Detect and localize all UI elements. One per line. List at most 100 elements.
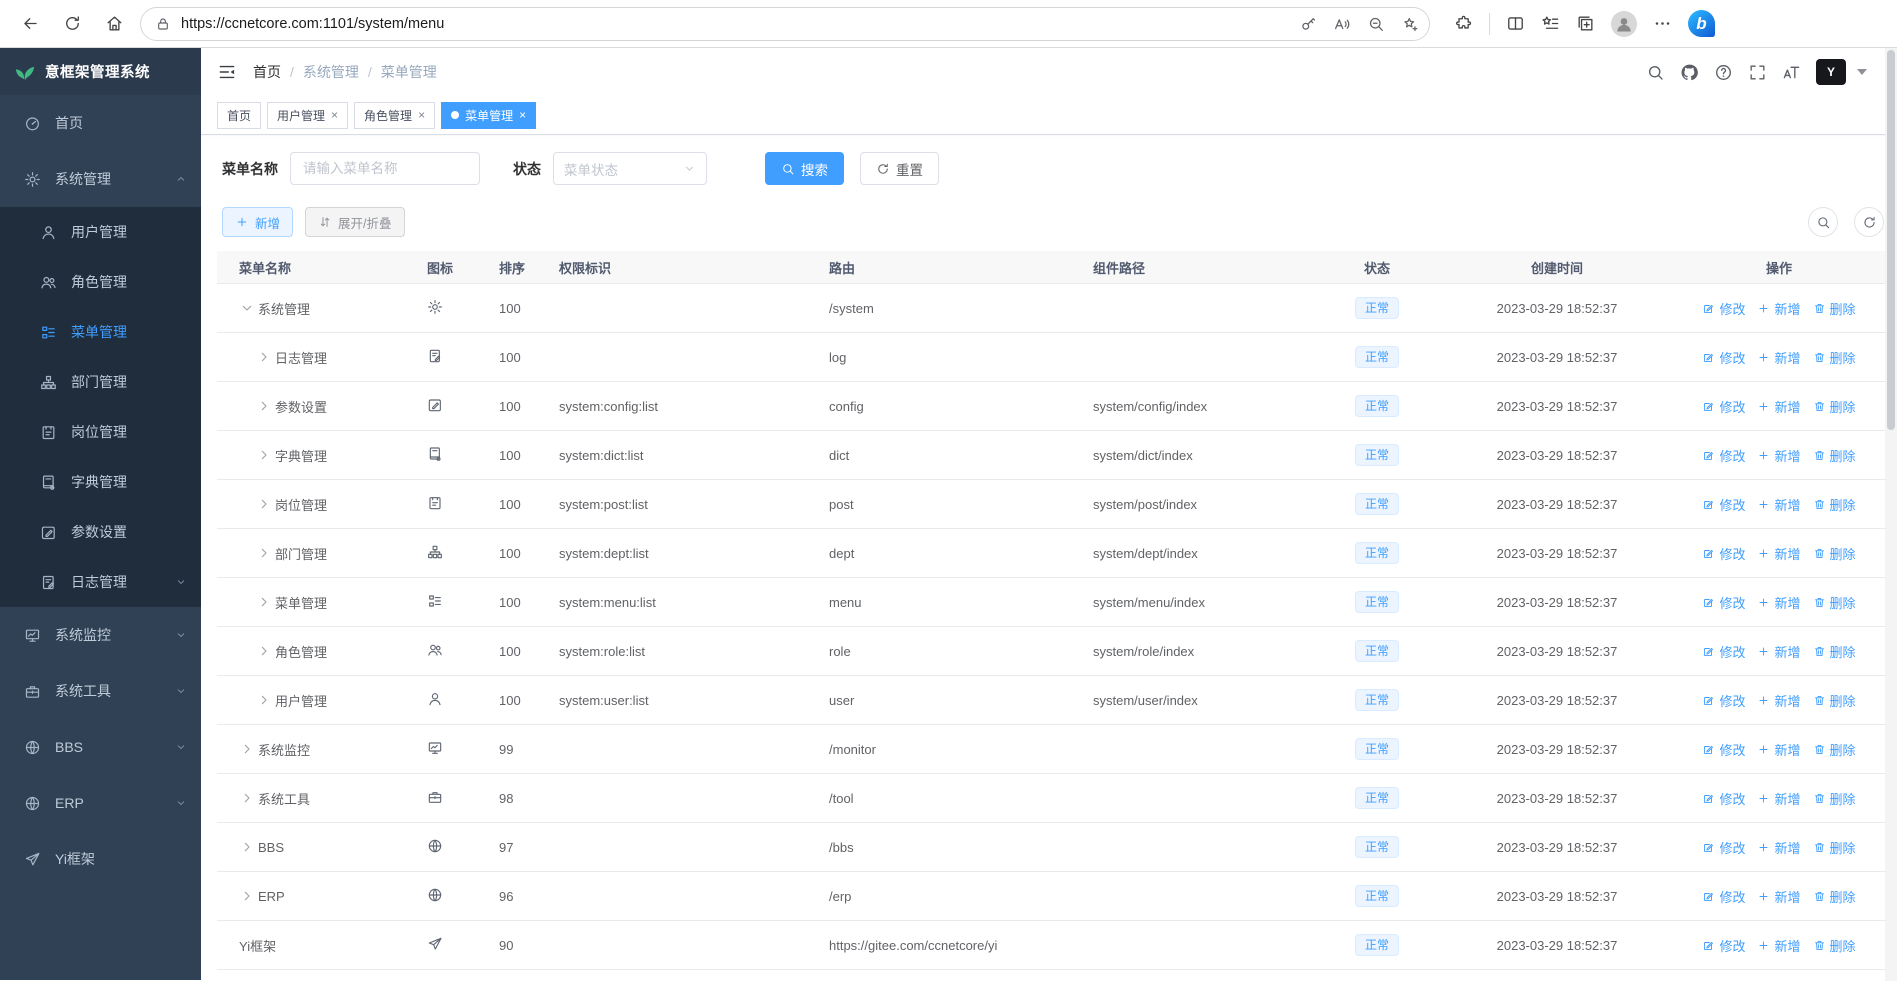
delete-link[interactable]: 删除	[1813, 299, 1856, 318]
edit-link[interactable]: 修改	[1702, 642, 1745, 661]
edit-link[interactable]: 修改	[1702, 789, 1745, 808]
sidebar-item-系统工具[interactable]: 系统工具	[0, 663, 201, 719]
row-expand-icon[interactable]	[239, 741, 255, 757]
add-link[interactable]: 新增	[1757, 838, 1801, 857]
row-expand-icon[interactable]	[256, 545, 272, 561]
add-link[interactable]: 新增	[1757, 348, 1801, 367]
split-screen-icon[interactable]	[1506, 14, 1525, 33]
row-expand-icon[interactable]	[256, 349, 272, 365]
scrollbar-thumb[interactable]	[1887, 50, 1895, 430]
delete-link[interactable]: 删除	[1813, 495, 1856, 514]
sidebar-item-部门管理[interactable]: 部门管理	[0, 357, 201, 407]
tab-close-icon[interactable]: ×	[331, 109, 338, 121]
sidebar-item-参数设置[interactable]: 参数设置	[0, 507, 201, 557]
expand-collapse-button[interactable]: 展开/折叠	[305, 207, 405, 237]
breadcrumb-system[interactable]: 系统管理	[303, 62, 359, 82]
collections-icon[interactable]	[1576, 14, 1595, 33]
avatar-dropdown-icon[interactable]	[1857, 69, 1867, 75]
search-icon[interactable]	[1646, 63, 1665, 82]
row-expand-icon[interactable]	[256, 447, 272, 463]
tab-close-icon[interactable]: ×	[418, 109, 425, 121]
row-expand-icon[interactable]	[239, 839, 255, 855]
address-bar[interactable]: https://ccnetcore.com:1101/system/menu	[140, 6, 1430, 41]
add-link[interactable]: 新增	[1757, 740, 1801, 759]
browser-back-button[interactable]	[14, 8, 46, 40]
read-aloud-icon[interactable]	[1333, 15, 1351, 33]
row-expand-icon[interactable]	[256, 398, 272, 414]
sidebar-item-岗位管理[interactable]: 岗位管理	[0, 407, 201, 457]
edit-link[interactable]: 修改	[1702, 446, 1745, 465]
reset-button[interactable]: 重置	[860, 152, 939, 185]
delete-link[interactable]: 删除	[1813, 642, 1856, 661]
sidebar-item-用户管理[interactable]: 用户管理	[0, 207, 201, 257]
edit-link[interactable]: 修改	[1702, 348, 1745, 367]
edit-link[interactable]: 修改	[1702, 691, 1745, 710]
sidebar-item-ERP[interactable]: ERP	[0, 775, 201, 831]
font-size-icon[interactable]	[1782, 63, 1801, 82]
zoom-out-icon[interactable]	[1367, 15, 1385, 33]
edit-link[interactable]: 修改	[1702, 740, 1745, 759]
add-link[interactable]: 新增	[1757, 495, 1801, 514]
add-favorite-icon[interactable]	[1401, 15, 1419, 33]
edit-link[interactable]: 修改	[1702, 936, 1745, 955]
breadcrumb-home[interactable]: 首页	[253, 62, 281, 82]
add-link[interactable]: 新增	[1757, 593, 1801, 612]
add-link[interactable]: 新增	[1757, 789, 1801, 808]
row-expand-icon[interactable]	[239, 888, 255, 904]
toggle-search-button[interactable]	[1808, 207, 1838, 237]
delete-link[interactable]: 删除	[1813, 887, 1856, 906]
user-avatar[interactable]: Y	[1816, 59, 1846, 85]
add-link[interactable]: 新增	[1757, 446, 1801, 465]
add-link[interactable]: 新增	[1757, 299, 1801, 318]
delete-link[interactable]: 删除	[1813, 446, 1856, 465]
browser-refresh-button[interactable]	[56, 8, 88, 40]
edit-link[interactable]: 修改	[1702, 838, 1745, 857]
status-select[interactable]: 菜单状态	[553, 152, 707, 185]
sidebar-item-系统监控[interactable]: 系统监控	[0, 607, 201, 663]
breadcrumb-menu[interactable]: 菜单管理	[381, 62, 437, 82]
sidebar-collapse-icon[interactable]	[217, 62, 237, 82]
sidebar-item-首页[interactable]: 首页	[0, 95, 201, 151]
sidebar-item-BBS[interactable]: BBS	[0, 719, 201, 775]
sidebar-item-角色管理[interactable]: 角色管理	[0, 257, 201, 307]
favorites-icon[interactable]	[1541, 14, 1560, 33]
tab-菜单管理[interactable]: 菜单管理 ×	[441, 101, 537, 129]
fullscreen-icon[interactable]	[1748, 63, 1767, 82]
row-expand-icon[interactable]	[256, 496, 272, 512]
delete-link[interactable]: 删除	[1813, 838, 1856, 857]
add-button[interactable]: 新增	[222, 207, 294, 237]
tab-用户管理[interactable]: 用户管理 ×	[267, 101, 349, 129]
help-icon[interactable]	[1714, 63, 1733, 82]
delete-link[interactable]: 删除	[1813, 397, 1856, 416]
add-link[interactable]: 新增	[1757, 397, 1801, 416]
github-icon[interactable]	[1680, 63, 1699, 82]
browser-profile-button[interactable]	[1611, 10, 1637, 37]
page-scrollbar[interactable]	[1885, 48, 1897, 981]
tab-close-icon[interactable]: ×	[519, 109, 526, 121]
row-expand-icon[interactable]	[256, 692, 272, 708]
row-expand-icon[interactable]	[239, 300, 255, 316]
delete-link[interactable]: 删除	[1813, 348, 1856, 367]
tab-首页[interactable]: 首页	[217, 101, 262, 129]
sidebar-item-菜单管理[interactable]: 菜单管理	[0, 307, 201, 357]
add-link[interactable]: 新增	[1757, 544, 1801, 563]
browser-menu-icon[interactable]	[1653, 14, 1672, 33]
delete-link[interactable]: 删除	[1813, 593, 1856, 612]
sidebar-item-日志管理[interactable]: 日志管理	[0, 557, 201, 607]
sidebar-item-字典管理[interactable]: 字典管理	[0, 457, 201, 507]
bing-chat-icon[interactable]: b	[1688, 10, 1715, 37]
add-link[interactable]: 新增	[1757, 936, 1801, 955]
add-link[interactable]: 新增	[1757, 691, 1801, 710]
sidebar-item-Yi框架[interactable]: Yi框架	[0, 831, 201, 887]
extensions-icon[interactable]	[1454, 14, 1473, 33]
browser-home-button[interactable]	[98, 8, 130, 40]
row-expand-icon[interactable]	[256, 643, 272, 659]
edit-link[interactable]: 修改	[1702, 593, 1745, 612]
edit-link[interactable]: 修改	[1702, 495, 1745, 514]
password-icon[interactable]	[1299, 15, 1317, 33]
sidebar-item-系统管理[interactable]: 系统管理	[0, 151, 201, 207]
delete-link[interactable]: 删除	[1813, 544, 1856, 563]
tab-角色管理[interactable]: 角色管理 ×	[354, 101, 436, 129]
search-button[interactable]: 搜索	[765, 152, 844, 185]
delete-link[interactable]: 删除	[1813, 691, 1856, 710]
